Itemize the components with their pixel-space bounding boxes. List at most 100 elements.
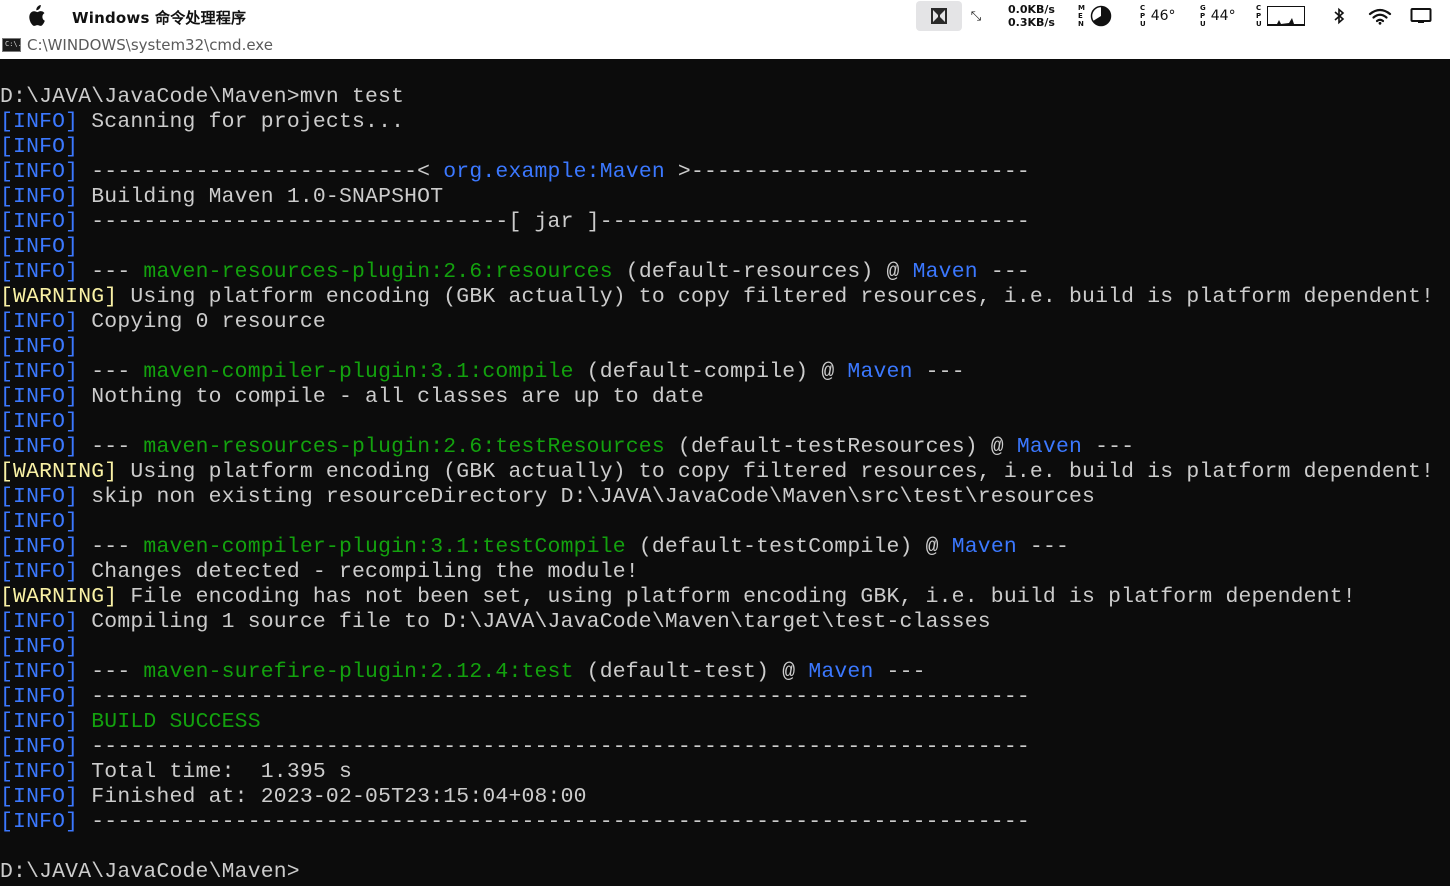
terminal-line: [INFO] ---------------------------------… (0, 685, 1450, 710)
log-level-info: [INFO] (0, 410, 79, 434)
log-level-info: [INFO] (0, 710, 79, 734)
log-level-info: [INFO] (0, 435, 79, 459)
log-level-info: [INFO] (0, 110, 79, 134)
terminal-text: Maven (912, 260, 978, 284)
terminal-text: --- (78, 260, 144, 284)
terminal-output[interactable]: D:\JAVA\JavaCode\Maven>mvn test [INFO] Sc… (0, 85, 1450, 885)
cpu-temperature: 46° (1150, 8, 1176, 24)
terminal-text: Copying 0 resource (78, 310, 326, 334)
active-app-status-item[interactable] (916, 1, 962, 31)
network-download-speed: 0.3KB/s (1008, 16, 1055, 29)
terminal-text: D:\JAVA\JavaCode\Maven> (0, 860, 300, 884)
log-level-info: [INFO] (0, 685, 79, 709)
terminal-text: --- (78, 660, 144, 684)
log-level-info: [INFO] (0, 485, 79, 509)
terminal-line: [INFO] --------------------------------[… (0, 210, 1450, 235)
terminal-text: skip non existing resourceDirectory D:\J… (78, 485, 1096, 509)
terminal-text: --- (873, 660, 926, 684)
terminal-text: ----------------------------------------… (78, 685, 1030, 709)
cmd-icon[interactable]: C:\. (2, 38, 22, 52)
cpu-label: CPU (1140, 4, 1146, 28)
gpu-label: GPU (1200, 4, 1206, 28)
terminal-line: [INFO] ---------------------------------… (0, 735, 1450, 760)
display-icon[interactable] (1410, 0, 1432, 32)
terminal-text: D:\JAVA\JavaCode\Maven>mvn test (0, 85, 405, 109)
terminal-line: [INFO] (0, 335, 1450, 360)
terminal-line: [INFO] Finished at: 2023-02-05T23:15:04+… (0, 785, 1450, 810)
terminal-text: (default-testResources) @ (664, 435, 1017, 459)
terminal-text: Maven (1016, 435, 1083, 459)
terminal-line: [INFO] Nothing to compile - all classes … (0, 385, 1450, 410)
gpu-temperature-item[interactable]: GPU 44° (1200, 0, 1236, 32)
terminal-text: maven-compiler-plugin:3.1:compile (143, 360, 574, 384)
log-level-info: [INFO] (0, 135, 79, 159)
terminal-text: maven-resources-plugin:2.6:resources (143, 260, 613, 284)
terminal-text: --- (977, 260, 1030, 284)
terminal-line: [WARNING] Using platform encoding (GBK a… (0, 285, 1450, 310)
terminal-line: [INFO] Changes detected - recompiling th… (0, 560, 1450, 585)
log-level-info: [INFO] (0, 560, 79, 584)
terminal-text: File encoding has not been set, using pl… (117, 585, 1356, 609)
terminal-text: --- (78, 360, 144, 384)
terminal-line: [INFO] ---------------------------------… (0, 810, 1450, 835)
bluetooth-icon[interactable] (1332, 0, 1346, 32)
cpu-usage-graph-icon (1266, 6, 1305, 26)
terminal-line: [INFO] Compiling 1 source file to D:\JAV… (0, 610, 1450, 635)
terminal-line: [INFO] --- maven-resources-plugin:2.6:te… (0, 435, 1450, 460)
network-upload-speed: 0.0KB/s (1008, 3, 1055, 16)
log-level-info: [INFO] (0, 235, 79, 259)
terminal-text: Scanning for projects... (78, 110, 405, 134)
terminal-line: [INFO] Building Maven 1.0-SNAPSHOT (0, 185, 1450, 210)
terminal-text: --- (78, 435, 144, 459)
app-menu-title[interactable]: Windows 命令处理程序 (72, 7, 246, 28)
terminal-text: BUILD SUCCESS (78, 710, 261, 734)
cpu-usage-label: CPU (1256, 4, 1262, 28)
wifi-icon[interactable] (1368, 0, 1392, 32)
window-titlebar[interactable]: C:\. C:\WINDOWS\system32\cmd.exe (0, 32, 1450, 59)
log-level-info: [INFO] (0, 610, 79, 634)
terminal-text: (default-test) @ (573, 660, 809, 684)
cpu-temperature-item[interactable]: CPU 46° (1140, 0, 1176, 32)
terminal-line: [INFO] (0, 510, 1450, 535)
network-speed-readout[interactable]: 0.0KB/s 0.3KB/s (1008, 0, 1055, 32)
terminal-text: --- (1016, 535, 1070, 559)
terminal-line: [INFO] (0, 410, 1450, 435)
log-level-info: [INFO] (0, 335, 79, 359)
log-level-warning: [WARNING] (0, 585, 118, 609)
terminal-line: D:\JAVA\JavaCode\Maven>mvn test (0, 85, 1450, 110)
terminal-text: Maven (951, 535, 1017, 559)
window-title: C:\WINDOWS\system32\cmd.exe (27, 36, 273, 54)
terminal-text: maven-resources-plugin:2.6:testResources (143, 435, 665, 459)
terminal-line: [INFO] Copying 0 resource (0, 310, 1450, 335)
log-level-info: [INFO] (0, 735, 79, 759)
terminal-line: [INFO] (0, 235, 1450, 260)
log-level-info: [INFO] (0, 185, 79, 209)
terminal-text: >-------------------------- (664, 160, 1030, 184)
terminal-text: Building Maven 1.0-SNAPSHOT (78, 185, 444, 209)
memory-status-item[interactable]: MEN (1078, 0, 1112, 32)
terminal-text: Using platform encoding (GBK actually) t… (117, 285, 1435, 309)
log-level-info: [INFO] (0, 785, 79, 809)
terminal-line: [INFO] --- maven-compiler-plugin:3.1:tes… (0, 535, 1450, 560)
terminal-text: maven-surefire-plugin:2.12.4:test (143, 660, 574, 684)
terminal-text: maven-compiler-plugin:3.1:testCompile (143, 535, 626, 559)
terminal-line: [INFO] (0, 635, 1450, 660)
terminal-text: (default-resources) @ (612, 260, 913, 284)
log-level-info: [INFO] (0, 310, 79, 334)
cpu-usage-graph-item[interactable]: CPU (1256, 0, 1305, 32)
log-level-info: [INFO] (0, 810, 79, 834)
terminal-text: Changes detected - recompiling the modul… (78, 560, 639, 584)
log-level-info: [INFO] (0, 160, 79, 184)
resize-arrows-icon[interactable]: ⤡ (970, 0, 982, 32)
log-level-warning: [WARNING] (0, 285, 118, 309)
terminal-text: (default-compile) @ (573, 360, 848, 384)
terminal-line: [INFO] BUILD SUCCESS (0, 710, 1450, 735)
terminal-line: [INFO] Total time: 1.395 s (0, 760, 1450, 785)
terminal-text: Maven (847, 360, 913, 384)
terminal-text: ----------------------------------------… (78, 810, 1030, 834)
terminal-line: [INFO] --- maven-surefire-plugin:2.12.4:… (0, 660, 1450, 685)
apple-icon[interactable] (26, 5, 46, 27)
log-level-info: [INFO] (0, 210, 79, 234)
terminal-line: [INFO] --- maven-resources-plugin:2.6:re… (0, 260, 1450, 285)
